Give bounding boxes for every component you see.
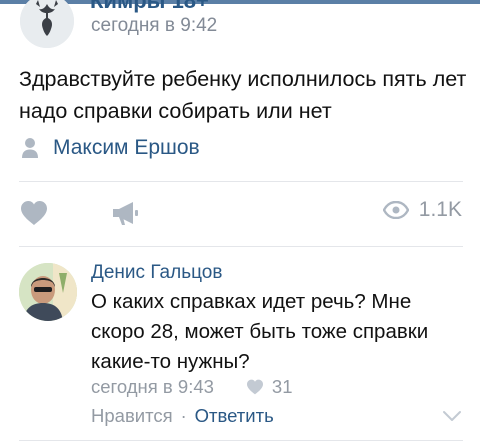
megaphone-icon[interactable] (111, 199, 141, 227)
views-counter: 1.1K (382, 198, 462, 222)
post-actions-bar: 1.1K (0, 190, 480, 234)
comment-actions: Нравится · Ответить (91, 403, 274, 429)
top-accent-bar (0, 0, 480, 4)
heart-icon[interactable] (20, 200, 48, 226)
post-author-name[interactable]: Максим Ершов (53, 136, 200, 160)
heart-icon (246, 379, 263, 395)
comment-meta: сегодня в 9:43 31 (91, 374, 292, 400)
post-author-signature[interactable]: Максим Ершов (21, 133, 200, 163)
comment-like-count: 31 (271, 376, 293, 397)
comment-like-counter[interactable]: 31 (246, 376, 293, 398)
post-timestamp: сегодня в 9:42 (91, 15, 218, 36)
eye-icon (382, 201, 409, 219)
comment-reply-button[interactable]: Ответить (195, 405, 274, 427)
comment-timestamp: сегодня в 9:43 (91, 376, 214, 397)
views-count: 1.1K (418, 198, 462, 221)
group-avatar[interactable] (20, 0, 74, 48)
comment-author-avatar[interactable] (19, 263, 77, 321)
chevron-down-icon[interactable] (442, 410, 462, 422)
comment-text: О каких справках идет речь? Мне скоро 28… (91, 290, 429, 373)
group-name[interactable]: Кимры 18+ (90, 0, 209, 14)
separator-dot: · (180, 405, 187, 426)
divider (19, 440, 463, 441)
divider (19, 181, 463, 182)
comment-author-name[interactable]: Денис Гальцов (91, 262, 222, 284)
post-text: Здравствуйте ребенку исполнилось пять ле… (19, 67, 467, 123)
divider (19, 246, 463, 247)
person-icon (22, 138, 38, 158)
comment-like-button[interactable]: Нравится (91, 405, 173, 427)
